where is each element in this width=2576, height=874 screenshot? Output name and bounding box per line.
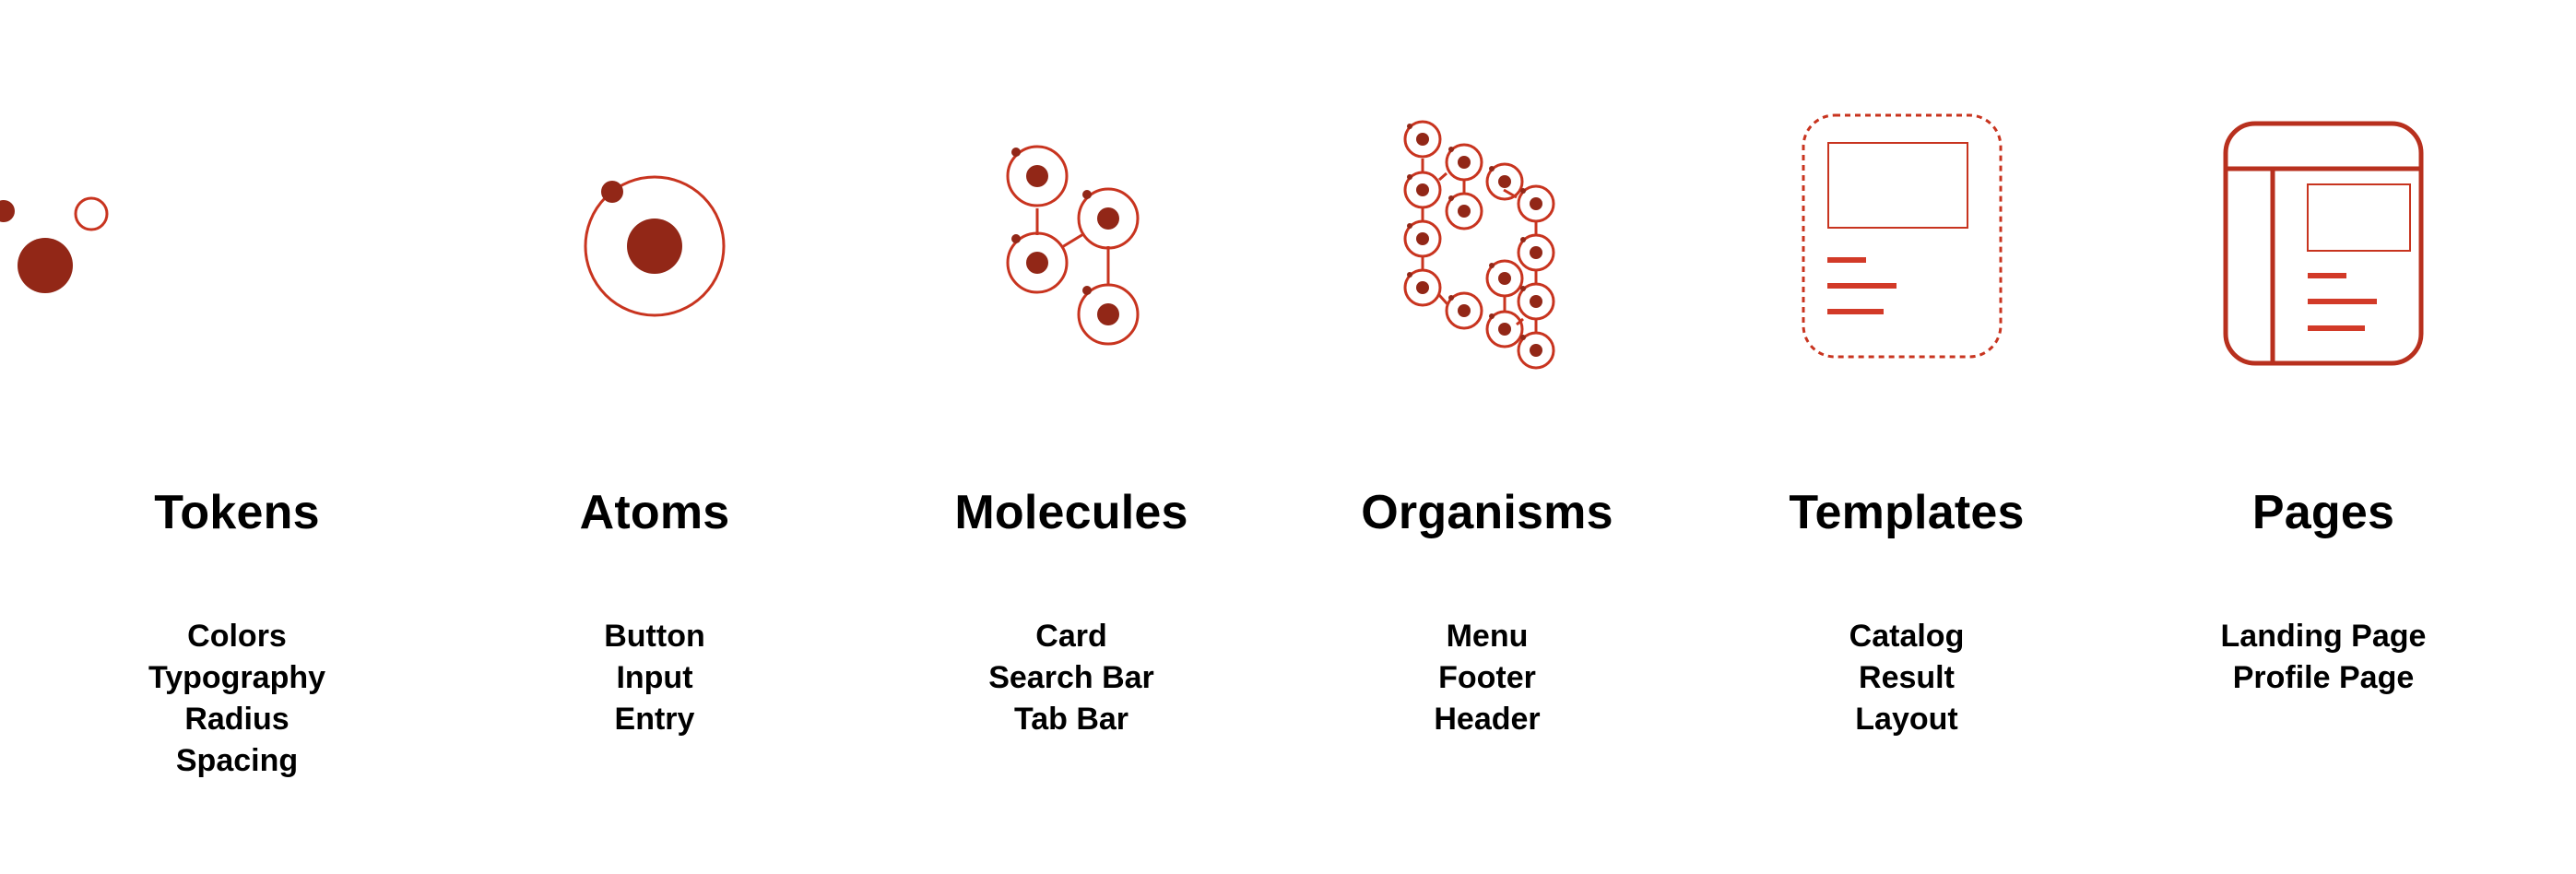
list-item: Typography: [148, 660, 326, 695]
list-item: Entry: [614, 702, 695, 737]
atom-icon: [443, 0, 867, 406]
list-item: Header: [1434, 702, 1541, 737]
stage-items: Landing Page Profile Page: [2111, 616, 2535, 699]
stage-title: Molecules: [954, 486, 1188, 539]
stage-items: Menu Footer Header: [1275, 616, 1699, 740]
list-item: Card: [1035, 619, 1107, 654]
list-item: Landing Page: [2220, 619, 2427, 654]
stage-title: Atoms: [579, 486, 730, 539]
stage-atoms: Atoms Button Input Entry: [443, 0, 867, 874]
organism-icon: [1275, 0, 1699, 406]
molecule-icon: [859, 0, 1283, 406]
atom-icon-graphic: [584, 175, 726, 317]
stage-title: Tokens: [154, 486, 320, 539]
stage-molecules: Molecules Card Search Bar Tab Bar: [859, 0, 1283, 874]
list-item: Tab Bar: [1013, 702, 1129, 737]
stage-title: Pages: [2251, 486, 2395, 539]
list-item: Spacing: [175, 743, 299, 778]
stage-items: Button Input Entry: [443, 616, 867, 740]
stage-items: Card Search Bar Tab Bar: [859, 616, 1283, 740]
template-icon-graphic: [1802, 113, 2003, 359]
tokens-icon-graphic: [0, 196, 109, 293]
list-item: Layout: [1855, 702, 1958, 737]
list-item: Search Bar: [988, 660, 1154, 695]
page-icon-graphic: [2223, 121, 2424, 366]
list-item: Button: [604, 619, 705, 654]
list-item: Input: [616, 660, 693, 695]
list-item: Catalog: [1849, 619, 1965, 654]
stage-title: Templates: [1789, 486, 2025, 539]
list-item: Footer: [1438, 660, 1536, 695]
list-item: Menu: [1446, 619, 1529, 654]
template-icon: [1695, 0, 2119, 406]
tokens-icon: [0, 0, 449, 406]
list-item: Result: [1859, 660, 1955, 695]
stage-items: Colors Typography Radius Spacing: [25, 616, 449, 782]
molecule-icon-graphic: [1006, 145, 1140, 346]
organism-icon-graphic: [1403, 120, 1555, 370]
list-item: Profile Page: [2232, 660, 2415, 695]
list-item: Radius: [184, 702, 290, 737]
stage-templates: Templates Catalog Result Layout: [1695, 0, 2119, 874]
atomic-design-diagram: Tokens Colors Typography Radius Spacing …: [0, 0, 2576, 874]
stage-tokens: Tokens Colors Typography Radius Spacing: [0, 0, 449, 874]
page-icon: [2111, 0, 2535, 406]
stage-organisms: Organisms Menu Footer Header: [1275, 0, 1699, 874]
list-item: Colors: [187, 619, 287, 654]
stage-title: Organisms: [1361, 486, 1613, 539]
stage-pages: Pages Landing Page Profile Page: [2111, 0, 2535, 874]
stage-items: Catalog Result Layout: [1695, 616, 2119, 740]
